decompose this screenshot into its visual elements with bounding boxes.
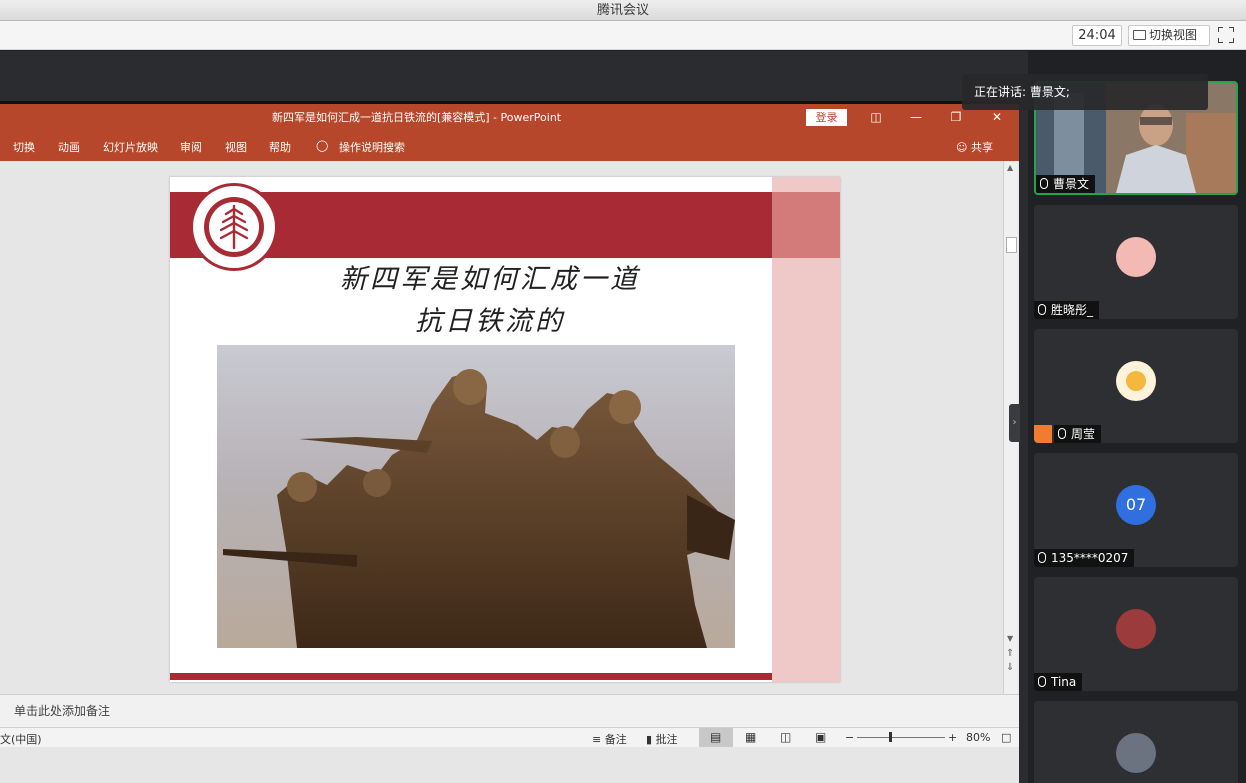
tell-me-search[interactable]: 操作说明搜索	[339, 139, 405, 155]
slide-title: 新四军是如何汇成一道 抗日铁流的	[270, 259, 710, 343]
switch-view-label: 切换视图	[1149, 28, 1198, 42]
previous-slide-icon[interactable]: ⇑	[1006, 648, 1014, 659]
slide-editing-area: 新四军是如何汇成一道 抗日铁流的 ▲ ▼ ⇑ ⇓	[0, 161, 1019, 694]
participant-tile[interactable]: 07 135****0207	[1034, 453, 1238, 567]
window-titlebar: 腾讯会议	[0, 0, 1246, 21]
ppt-statusbar: 文(中国) ≡ 备注 ▮ 批注 ▤ ▦ ◫ ▣ − + 80% □	[0, 727, 1019, 747]
sculpture-photo	[217, 345, 735, 648]
slideshow-icon: ▣	[815, 730, 827, 744]
slide-footer-band	[170, 673, 772, 680]
participant-tile[interactable]	[1034, 701, 1238, 783]
comments-toggle[interactable]: ▮ 批注	[646, 731, 678, 747]
person-icon: ☺	[956, 141, 968, 154]
lightbulb-icon: ◯	[316, 139, 329, 152]
cartoon-avatar	[1116, 237, 1156, 277]
host-person-icon	[1034, 425, 1052, 443]
tab-animations[interactable]: 动画	[58, 139, 80, 155]
slide-sorter-icon: ▦	[745, 730, 757, 744]
zoom-slider-knob[interactable]	[889, 732, 892, 742]
ppt-ribbon-tabs: 切换 动画 幻灯片放映 审阅 视图 帮助 ◯ 操作说明搜索 ☺ 共享	[0, 131, 1019, 161]
login-button[interactable]: 登录	[806, 109, 847, 126]
participant-name-tag: 曹景文	[1036, 175, 1096, 193]
share-label: 共享	[970, 141, 993, 154]
fullscreen-icon[interactable]	[1218, 27, 1234, 43]
next-slide-icon[interactable]: ⇓	[1006, 662, 1014, 673]
notes-toggle-label: 备注	[604, 733, 627, 746]
ppt-document-title: 新四军是如何汇成一道抗日铁流的[兼容模式] - PowerPoint	[272, 111, 562, 124]
notes-toggle[interactable]: ≡ 备注	[592, 731, 627, 747]
university-logo	[190, 183, 278, 271]
notes-placeholder: 单击此处添加备注	[14, 704, 111, 718]
microphone-muted-icon	[1038, 552, 1046, 563]
participant-tile[interactable]: 胜晓彤_	[1034, 205, 1238, 319]
sun-avatar	[1116, 361, 1156, 401]
slide-title-line1: 新四军是如何汇成一道	[340, 264, 640, 295]
microphone-muted-icon	[1038, 676, 1046, 687]
share-button[interactable]: ☺ 共享	[956, 139, 993, 155]
participant-name: Tina	[1051, 675, 1077, 689]
slide-title-line2: 抗日铁流的	[415, 306, 565, 337]
tab-view[interactable]: 视图	[225, 139, 247, 155]
collapse-panel-chevron-icon[interactable]: ›	[1009, 404, 1020, 442]
slideshow-button[interactable]: ▣	[804, 728, 838, 747]
participant-name: 周莹	[1071, 427, 1096, 441]
grid-view-icon	[1133, 30, 1146, 40]
reading-view-icon: ◫	[780, 730, 792, 744]
tab-review[interactable]: 审阅	[180, 139, 202, 155]
scroll-down-icon[interactable]: ▼	[1007, 634, 1013, 643]
notes-pane[interactable]: 单击此处添加备注	[0, 694, 1019, 727]
meeting-timer: 24:04	[1072, 25, 1122, 46]
photo-avatar	[1116, 609, 1156, 649]
initials-avatar: 07	[1116, 485, 1156, 525]
participant-name: 曹景文	[1053, 177, 1090, 191]
tencent-meeting-window: 腾讯会议 24:04 切换视图 新四军是如何汇成一道抗日铁流的[兼容模式] - …	[0, 0, 1246, 783]
zoom-slider-track[interactable]	[857, 737, 945, 738]
normal-view-icon: ▤	[710, 730, 722, 744]
participant-name-tag: 周莹	[1054, 425, 1102, 443]
microphone-icon	[1040, 178, 1048, 189]
switch-view-button[interactable]: 切换视图	[1128, 25, 1210, 46]
participant-name-tag: 135****0207	[1034, 549, 1135, 567]
participant-panel: 曹景文 胜晓彤_ 周莹 07 135****0207 Tina	[1028, 51, 1246, 783]
participant-name: 135****0207	[1051, 551, 1129, 565]
speaking-text: 正在讲话: 曹景文;	[974, 85, 1070, 99]
photo-avatar	[1116, 733, 1156, 773]
normal-view-button[interactable]: ▤	[699, 728, 733, 747]
zoom-out-button[interactable]: −	[845, 731, 854, 744]
zoom-in-button[interactable]: +	[948, 731, 957, 744]
ppt-titlebar: 新四军是如何汇成一道抗日铁流的[兼容模式] - PowerPoint 登录 ◫ …	[0, 104, 1019, 131]
minimize-icon[interactable]: —	[906, 104, 926, 131]
zoom-level[interactable]: 80%	[966, 731, 990, 744]
participant-name-tag: 胜晓彤_	[1034, 301, 1100, 319]
powerpoint-window: 新四军是如何汇成一道抗日铁流的[兼容模式] - PowerPoint 登录 ◫ …	[0, 101, 1019, 783]
reading-view-button[interactable]: ◫	[769, 728, 803, 747]
slide-sorter-button[interactable]: ▦	[734, 728, 768, 747]
microphone-muted-icon	[1058, 428, 1066, 439]
scroll-up-icon[interactable]: ▲	[1007, 163, 1013, 172]
tab-help[interactable]: 帮助	[269, 139, 291, 155]
language-indicator: 文(中国)	[0, 733, 42, 746]
participant-name-tag: Tina	[1034, 673, 1083, 691]
participant-tile[interactable]: 周莹	[1034, 329, 1238, 443]
ribbon-display-icon[interactable]: ◫	[866, 104, 886, 131]
current-slide[interactable]: 新四军是如何汇成一道 抗日铁流的	[170, 177, 840, 682]
tab-transitions[interactable]: 切换	[13, 139, 35, 155]
tab-slideshow[interactable]: 幻灯片放映	[103, 139, 158, 155]
scrollbar-thumb[interactable]	[1006, 237, 1017, 253]
comments-toggle-label: 批注	[655, 733, 678, 746]
slide-side-band-top	[772, 192, 840, 258]
participant-tile[interactable]: Tina	[1034, 577, 1238, 691]
app-title: 腾讯会议	[596, 3, 649, 18]
shared-screen: 新四军是如何汇成一道抗日铁流的[兼容模式] - PowerPoint 登录 ◫ …	[0, 51, 1028, 783]
microphone-muted-icon	[1038, 304, 1046, 315]
meeting-toolbar: 24:04 切换视图	[0, 21, 1246, 50]
participant-name: 胜晓彤_	[1051, 303, 1094, 317]
speaking-indicator: 正在讲话: 曹景文;	[962, 74, 1208, 110]
fit-slide-icon[interactable]: □	[1001, 731, 1011, 744]
